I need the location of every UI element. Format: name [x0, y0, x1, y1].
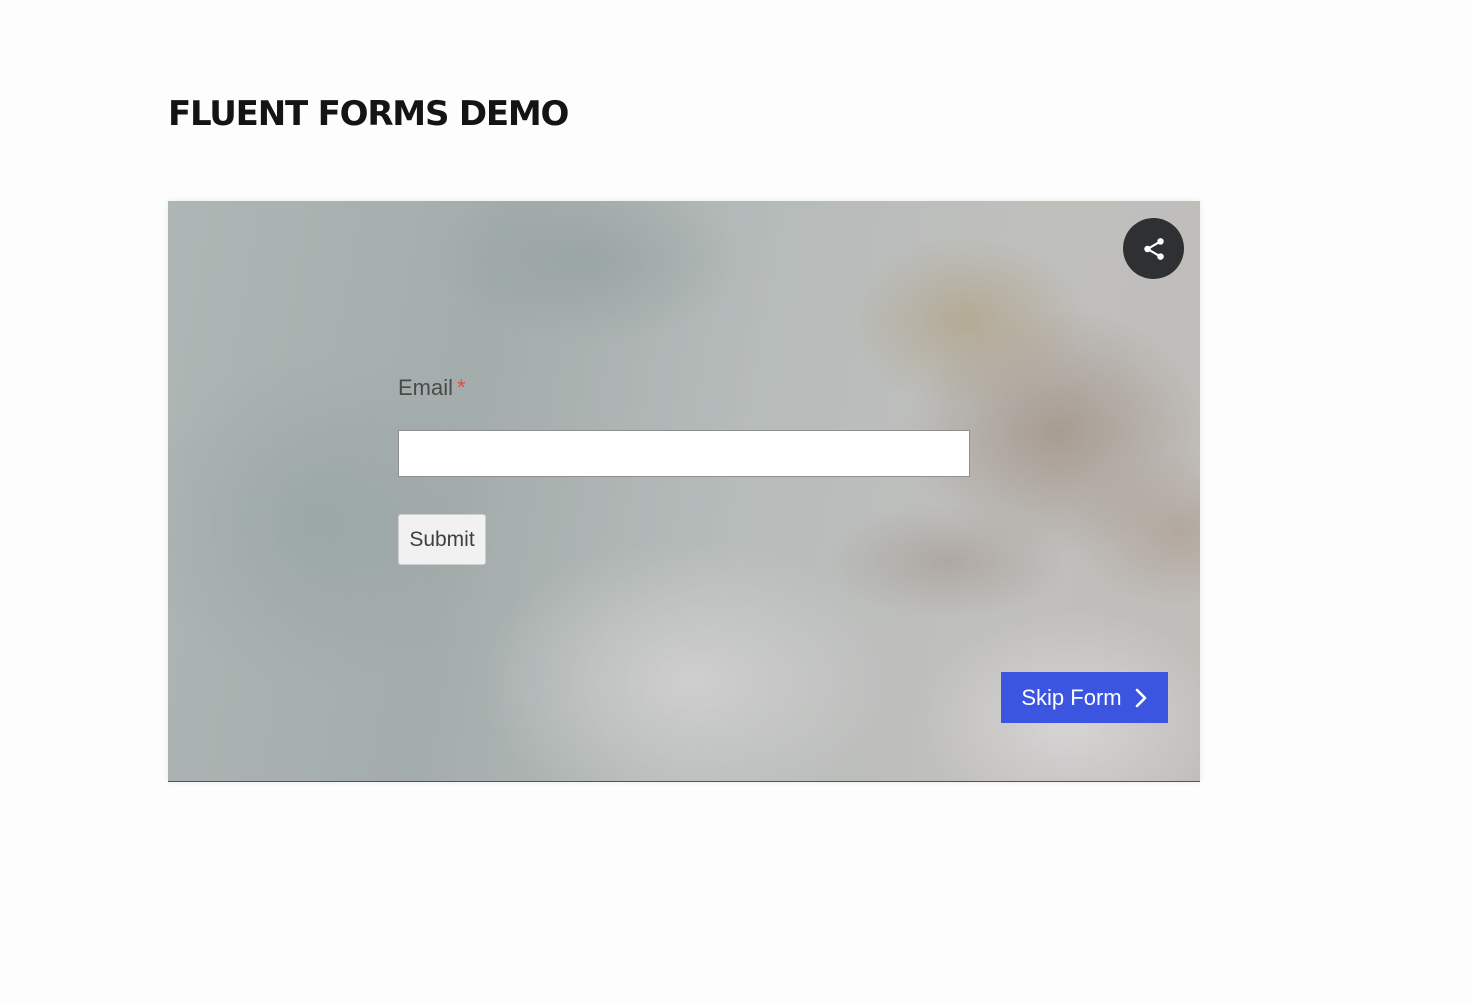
email-label: Email *: [398, 375, 466, 401]
required-mark: *: [457, 375, 466, 400]
skip-form-button[interactable]: Skip Form: [1001, 672, 1168, 723]
email-label-text: Email: [398, 375, 454, 400]
page-title: FLUENT FORMS DEMO: [168, 94, 569, 134]
share-icon: [1143, 237, 1164, 260]
share-button[interactable]: [1123, 218, 1184, 279]
form-card: Email * Submit Skip Form: [168, 201, 1200, 782]
submit-button[interactable]: Submit: [398, 514, 486, 565]
email-input[interactable]: [398, 430, 970, 477]
skip-form-label: Skip Form: [1021, 684, 1122, 710]
chevron-right-icon: [1134, 687, 1148, 709]
